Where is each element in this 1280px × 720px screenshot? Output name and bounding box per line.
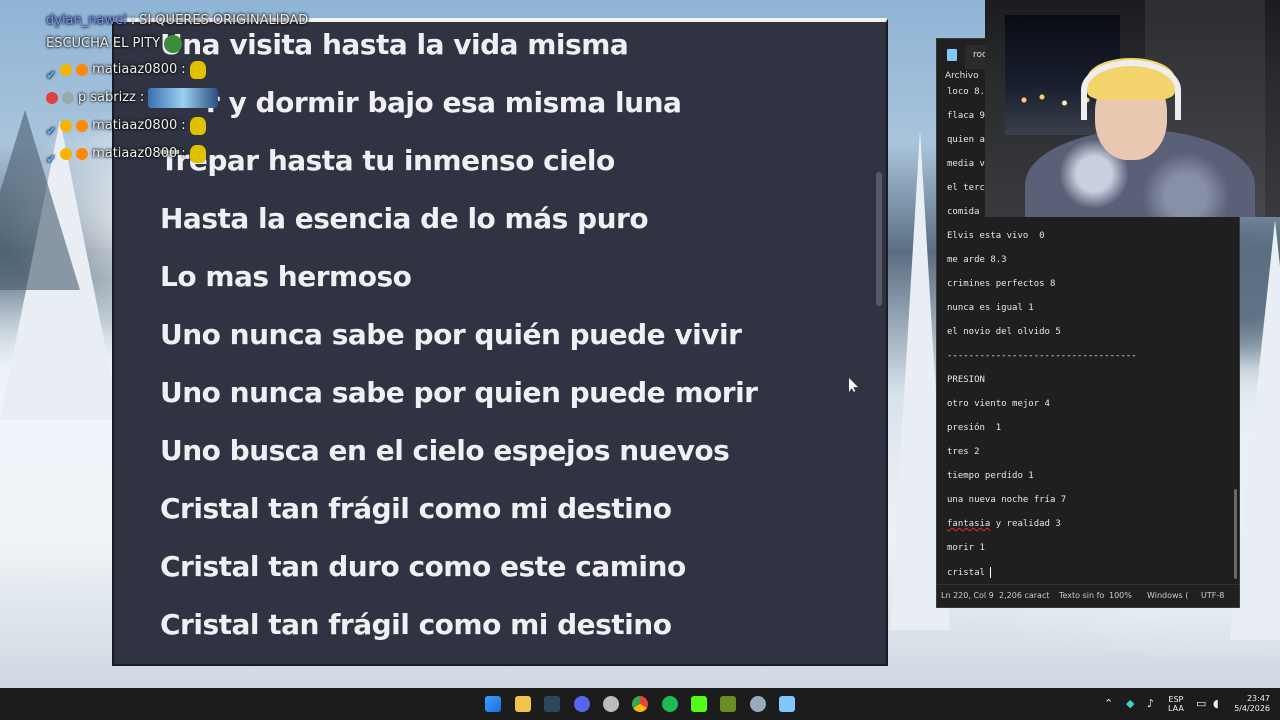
lyric-line: Uno nunca sabe por quién puede vivir bbox=[160, 318, 742, 351]
chat-message: ✔ matiaaz0800: bbox=[46, 56, 346, 84]
monitor-icon[interactable]: ▭ bbox=[1196, 697, 1206, 710]
badge-icon bbox=[76, 148, 89, 160]
stream-chat: dylan_nawel: SI QUERES ORIGINALIDAD ESCU… bbox=[46, 10, 346, 168]
current-line-text: cristal bbox=[947, 568, 991, 578]
badge-icon bbox=[46, 92, 58, 104]
obs-icon[interactable] bbox=[603, 696, 619, 712]
discord-icon[interactable] bbox=[574, 696, 590, 712]
minecraft-icon[interactable] bbox=[720, 696, 736, 712]
notepad-statusbar: Ln 220, Col 9 2,206 caract Texto sin fo … bbox=[937, 584, 1239, 607]
emote-icon bbox=[189, 145, 206, 163]
chrome-icon[interactable] bbox=[632, 696, 648, 712]
chat-username: p bbox=[78, 90, 87, 105]
file-explorer-icon[interactable] bbox=[515, 696, 531, 712]
status-format: Texto sin fo bbox=[1059, 591, 1105, 600]
lyric-line: Uno busca en el cielo espejos nuevos bbox=[160, 434, 730, 467]
text-line: flaca 9 bbox=[947, 111, 985, 121]
text-line: fantasia y realidad 3 bbox=[947, 519, 1061, 529]
text-line: el terc bbox=[947, 183, 985, 193]
status-eol: Windows ( bbox=[1147, 591, 1189, 600]
status-zoom[interactable]: 100% bbox=[1109, 591, 1132, 600]
chat-username: matiaaz0800 bbox=[92, 118, 178, 133]
start-button-icon[interactable] bbox=[485, 696, 501, 712]
pepe-emote-icon bbox=[164, 35, 183, 53]
badge-icon bbox=[76, 120, 89, 132]
chevron-up-icon[interactable]: ⌃ bbox=[1104, 697, 1113, 710]
lyric-line: Hasta la esencia de lo más puro bbox=[160, 202, 649, 235]
badge-icon bbox=[60, 120, 73, 132]
clock[interactable]: 23:47 5/4/2026 bbox=[1232, 694, 1270, 720]
badge-icon bbox=[62, 92, 74, 104]
text-line: quien a bbox=[947, 135, 985, 145]
clock-date: 5/4/2026 bbox=[1234, 704, 1270, 713]
taskbar: ⌃ ◆ ♪ ESP LAA ▭ ◖ 23:47 5/4/2026 bbox=[0, 688, 1280, 720]
text-line: tres 2 bbox=[947, 447, 980, 457]
verified-check-icon: ✔ bbox=[46, 152, 57, 166]
badge-icon bbox=[60, 64, 73, 76]
notepad-scrollbar[interactable] bbox=[1234, 489, 1237, 579]
spotify-icon[interactable] bbox=[662, 696, 678, 712]
text-line: me arde 8.3 bbox=[947, 255, 1007, 265]
badge-icon bbox=[76, 64, 89, 76]
kick-icon[interactable] bbox=[691, 696, 707, 712]
text-line: comida bbox=[947, 207, 980, 217]
badge-icon bbox=[60, 148, 73, 160]
lyric-line: Lo mas hermoso bbox=[160, 260, 412, 293]
text-line: loco 8. bbox=[947, 87, 985, 97]
notepad-taskbar-icon[interactable] bbox=[779, 696, 795, 712]
text-line: tiempo perdido 1 bbox=[947, 471, 1034, 481]
text-line: PRESION bbox=[947, 375, 985, 385]
text-caret bbox=[990, 567, 992, 578]
text-line: Elvis esta vivo 0 bbox=[947, 231, 1045, 241]
status-chars: 2,206 caract bbox=[999, 591, 1050, 600]
text-line: otro viento mejor 4 bbox=[947, 399, 1050, 409]
headphones-icon bbox=[1081, 60, 1181, 120]
notepad-icon bbox=[947, 49, 957, 61]
wide-emote-icon bbox=[148, 88, 219, 108]
language-indicator[interactable]: ESP LAA bbox=[1168, 695, 1184, 720]
text-line: una nueva noche fría 7 bbox=[947, 495, 1067, 505]
chat-username: dylan_nawel bbox=[46, 13, 127, 28]
lyric-line: Cristal tan duro como este camino bbox=[160, 550, 686, 583]
chat-message: ✔ matiaaz0800: bbox=[46, 112, 346, 140]
webcam-overlay bbox=[985, 0, 1280, 217]
volume-icon[interactable]: ◖ bbox=[1213, 697, 1219, 710]
emote-icon bbox=[189, 61, 206, 79]
chat-text: SI QUERES ORIGINALIDAD bbox=[139, 13, 309, 28]
text-line: crimines perfectos 8 bbox=[947, 279, 1056, 289]
microphone-icon[interactable]: ♪ bbox=[1147, 697, 1154, 710]
chat-username-tail: sabrizz bbox=[90, 90, 136, 105]
text-line-rest: y realidad 3 bbox=[990, 519, 1061, 529]
emote-icon bbox=[189, 117, 206, 135]
chat-username: matiaaz0800 bbox=[92, 62, 178, 77]
text-line-current: cristal bbox=[947, 567, 992, 578]
steam-icon[interactable] bbox=[544, 696, 560, 712]
chat-message: ESCUCHA EL PITY bbox=[46, 32, 346, 56]
text-line: morir 1 bbox=[947, 543, 985, 553]
verified-check-icon: ✔ bbox=[46, 68, 57, 82]
chat-text: ESCUCHA EL PITY bbox=[46, 36, 161, 51]
app-icon[interactable] bbox=[750, 696, 766, 712]
misspelled-word: fantasia bbox=[947, 519, 991, 529]
lyric-line: Cristal tan frágil como mi destino bbox=[160, 492, 672, 525]
lyrics-scrollbar[interactable] bbox=[876, 172, 882, 306]
chat-message: p sabrizz: bbox=[46, 84, 346, 112]
text-line: presión 1 bbox=[947, 423, 1002, 433]
text-line: media v bbox=[947, 159, 985, 169]
status-encoding: UTF-8 bbox=[1201, 591, 1225, 600]
clock-time: 23:47 bbox=[1246, 694, 1270, 703]
lyric-line: Uno nunca sabe por quien puede morir bbox=[160, 376, 758, 409]
chat-message: dylan_nawel: SI QUERES ORIGINALIDAD bbox=[46, 10, 346, 32]
chat-username: matiaaz0800 bbox=[92, 146, 178, 161]
lang-layout: LAA bbox=[1168, 704, 1184, 713]
separator-line: ----------------------------------- bbox=[947, 351, 1137, 361]
lyric-line: Cristal tan frágil como mi destino bbox=[160, 608, 672, 641]
verified-check-icon: ✔ bbox=[46, 124, 57, 138]
status-position: Ln 220, Col 9 bbox=[941, 591, 994, 600]
chat-message: ✔ matiaaz0800: bbox=[46, 140, 346, 168]
text-line: el novio del olvido 5 bbox=[947, 327, 1061, 337]
security-icon[interactable]: ◆ bbox=[1126, 697, 1134, 710]
lang-code: ESP bbox=[1168, 695, 1184, 704]
text-line: nunca es igual 1 bbox=[947, 303, 1034, 313]
